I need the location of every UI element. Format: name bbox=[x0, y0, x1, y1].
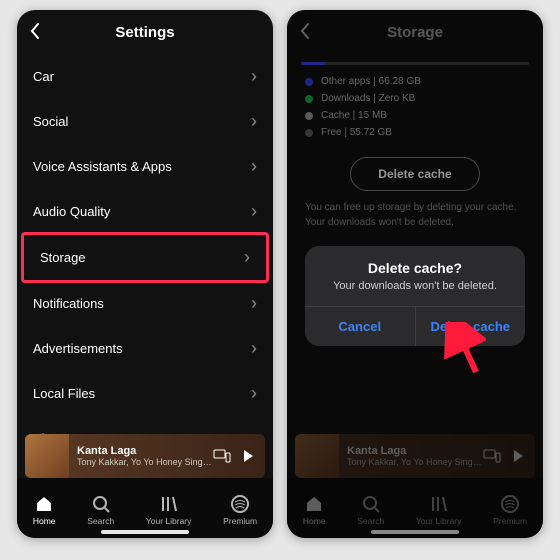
settings-row-voice[interactable]: Voice Assistants & Apps› bbox=[17, 144, 273, 189]
annotation-arrow-icon bbox=[442, 322, 486, 378]
tab-premium[interactable]: Premium bbox=[223, 494, 257, 526]
chevron-right-icon: › bbox=[244, 247, 250, 268]
settings-row-storage[interactable]: Storage› bbox=[21, 232, 269, 283]
play-icon[interactable] bbox=[241, 449, 255, 463]
chevron-right-icon: › bbox=[251, 111, 257, 132]
settings-row-ads[interactable]: Advertisements› bbox=[17, 326, 273, 371]
chevron-right-icon: › bbox=[251, 383, 257, 404]
track-artist: Tony Kakkar, Yo Yo Honey Singh, Neha Kak bbox=[77, 457, 213, 467]
tab-bar: Home Search Your Library Premium bbox=[17, 478, 273, 538]
chevron-right-icon: › bbox=[251, 156, 257, 177]
phone-storage: Storage Other apps | 66.28 GB Downloads … bbox=[287, 10, 543, 538]
settings-row-localfiles[interactable]: Local Files› bbox=[17, 371, 273, 416]
header: Settings bbox=[17, 10, 273, 54]
delete-cache-dialog: Delete cache? Your downloads won't be de… bbox=[305, 246, 525, 346]
settings-row-notifications[interactable]: Notifications› bbox=[17, 281, 273, 326]
tab-search[interactable]: Search bbox=[87, 494, 114, 526]
settings-row-social[interactable]: Social› bbox=[17, 99, 273, 144]
page-title: Settings bbox=[115, 24, 174, 41]
chevron-right-icon: › bbox=[251, 338, 257, 359]
tab-library[interactable]: Your Library bbox=[146, 494, 192, 526]
back-icon[interactable] bbox=[29, 22, 41, 40]
phone-settings: Settings Car› Social› Voice Assistants &… bbox=[17, 10, 273, 538]
chevron-right-icon: › bbox=[251, 201, 257, 222]
album-art bbox=[25, 434, 69, 478]
track-title: Kanta Laga bbox=[77, 445, 213, 457]
tab-home[interactable]: Home bbox=[33, 494, 56, 526]
home-indicator bbox=[101, 530, 189, 534]
dialog-title: Delete cache? bbox=[305, 246, 525, 280]
dialog-cancel-button[interactable]: Cancel bbox=[305, 307, 415, 346]
settings-row-car[interactable]: Car› bbox=[17, 54, 273, 99]
dialog-message: Your downloads won't be deleted. bbox=[305, 280, 525, 306]
chevron-right-icon: › bbox=[251, 66, 257, 87]
chevron-right-icon: › bbox=[251, 293, 257, 314]
devices-icon[interactable] bbox=[213, 449, 231, 463]
now-playing-bar[interactable]: Kanta Laga Tony Kakkar, Yo Yo Honey Sing… bbox=[25, 434, 265, 478]
settings-row-audio[interactable]: Audio Quality› bbox=[17, 189, 273, 234]
